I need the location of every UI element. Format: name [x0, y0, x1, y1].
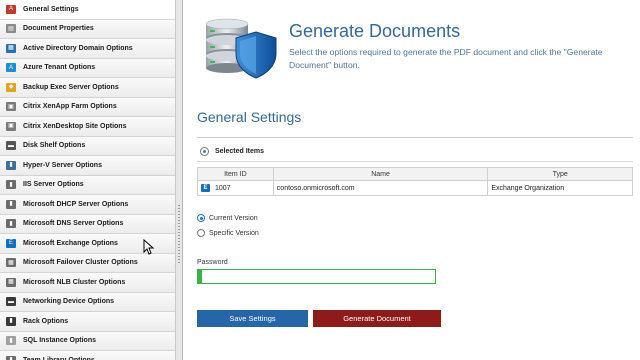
sql-instance-icon: ▮	[6, 336, 16, 346]
sidebar-item[interactable]: ▮ SQL Instance Options	[0, 331, 175, 351]
iis-server-icon: ▮	[6, 180, 16, 190]
splitter-grip[interactable]	[178, 205, 180, 265]
sidebar-item-label: Microsoft Exchange Options	[23, 239, 118, 247]
active-directory-icon: ▦	[6, 43, 16, 53]
page-description: Select the options required to generate …	[289, 47, 603, 70]
sidebar-item-label: Disk Shelf Options	[23, 142, 86, 150]
specific-version-option[interactable]: Specific Version	[197, 227, 259, 239]
column-header-type[interactable]: Type	[487, 167, 633, 181]
failover-cluster-icon: ▦	[6, 258, 16, 268]
sidebar-item[interactable]: ▮ Microsoft DNS Server Options	[0, 214, 175, 234]
dns-server-icon: ▮	[6, 219, 16, 229]
backup-exec-icon: ◆	[6, 82, 16, 92]
sidebar-item[interactable]: ▮ Microsoft DHCP Server Options	[0, 195, 175, 215]
document-icon: ▤	[6, 24, 16, 34]
database-shield-icon	[205, 18, 277, 79]
specific-version-label: Specific Version	[209, 229, 259, 237]
citrix-xenapp-icon: ▣	[6, 102, 16, 112]
sidebar-item-label: Hyper-V Server Options	[23, 161, 102, 169]
sidebar-item[interactable]: ▣ Citrix XenApp Farm Options	[0, 97, 175, 117]
sidebar-item[interactable]: A General Settings	[0, 0, 175, 20]
sidebar-item-label: Citrix XenApp Farm Options	[23, 103, 117, 111]
sidebar-item-label: Citrix XenDesktop Site Options	[23, 122, 127, 130]
sidebar-item-label: Networking Device Options	[23, 298, 115, 306]
sidebar-item-label: Microsoft DNS Server Options	[23, 220, 124, 228]
current-version-option[interactable]: Current Version	[197, 212, 258, 224]
team-library-icon: ▮	[6, 355, 16, 360]
exchange-icon: E	[201, 184, 210, 192]
options-sidebar: A General Settings ▤ Document Properties ▦ Ac…	[0, 0, 176, 360]
sidebar-item[interactable]: ▮Team Library Options	[0, 351, 175, 360]
rack-icon: ▮	[6, 316, 16, 326]
main-panel: Generate Documents Select the options re…	[184, 0, 640, 360]
current-version-label: Current Version	[209, 214, 258, 222]
column-header-name[interactable]: Name	[272, 167, 489, 181]
current-version-radio[interactable]	[197, 214, 205, 222]
page-title: Generate Documents	[289, 21, 461, 41]
sidebar-item[interactable]: A Azure Tenant Options	[0, 58, 175, 78]
item-type-cell: Exchange Organization	[487, 180, 633, 196]
sidebar-item-label: SQL Instance Options	[23, 337, 96, 345]
sidebar-item-label: General Settings	[23, 5, 79, 13]
sidebar-item[interactable]: ▬ Disk Shelf Options	[0, 136, 175, 156]
sidebar-item[interactable]: ▮ Hyper-V Server Options	[0, 156, 175, 176]
sidebar-item-label: Microsoft NLB Cluster Options	[23, 278, 126, 286]
sidebar-item[interactable]: ◆ Backup Exec Server Options	[0, 78, 175, 98]
table-row[interactable]: E 1007 contoso.onmicrosoft.com Exchange O…	[197, 180, 633, 196]
password-label: Password	[197, 259, 228, 266]
sidebar-item-label: Document Properties	[23, 25, 94, 33]
sidebar-item[interactable]: ▤ Document Properties	[0, 19, 175, 39]
specific-version-radio[interactable]	[197, 229, 205, 237]
sidebar-item-label: Microsoft Failover Cluster Options	[23, 259, 138, 267]
selected-items-table: Item ID Name Type E 1007 contoso.onmicros…	[197, 167, 633, 196]
panel-splitter[interactable]	[176, 0, 183, 360]
password-field[interactable]	[197, 269, 436, 284]
sidebar-item[interactable]: ▬ Networking Device Options	[0, 292, 175, 312]
network-device-icon: ▬	[6, 297, 16, 307]
selected-items-icon	[200, 146, 209, 156]
sidebar-item[interactable]: ▦ Active Directory Domain Options	[0, 39, 175, 59]
sidebar-item[interactable]: ▣ Citrix XenDesktop Site Options	[0, 117, 175, 137]
citrix-xendesktop-icon: ▣	[6, 121, 16, 131]
generate-document-button[interactable]: Generate Document	[313, 310, 441, 327]
sidebar-item-label: Active Directory Domain Options	[23, 44, 133, 52]
sidebar-item-label: Rack Options	[23, 317, 69, 325]
dhcp-server-icon: ▮	[6, 199, 16, 209]
sidebar-item-label: Microsoft DHCP Server Options	[23, 200, 129, 208]
sidebar-list: A General Settings ▤ Document Properties ▦ Ac…	[0, 0, 175, 360]
selected-items-label: Selected Items	[215, 147, 265, 155]
azure-icon: A	[6, 63, 16, 73]
sidebar-item[interactable]: ▦ Microsoft NLB Cluster Options	[0, 273, 175, 293]
save-settings-button[interactable]: Save Settings	[197, 310, 308, 327]
exchange-icon: E	[6, 238, 16, 248]
sidebar-item[interactable]: ▮ IIS Server Options	[0, 175, 175, 195]
sidebar-item-label: IIS Server Options	[23, 181, 84, 189]
disk-shelf-icon: ▬	[6, 141, 16, 151]
hyper-v-icon: ▮	[6, 160, 16, 170]
sidebar-item-label: Azure Tenant Options	[23, 64, 96, 72]
sidebar-item-label: Backup Exec Server Options	[23, 83, 119, 91]
sidebar-item[interactable]: ▮ Rack Options	[0, 312, 175, 332]
section-title: General Settings	[197, 109, 302, 125]
pdf-icon: A	[6, 4, 16, 14]
nlb-cluster-icon: ▦	[6, 277, 16, 287]
mouse-cursor-icon	[143, 239, 155, 255]
item-id-cell: E 1007	[197, 180, 274, 196]
section-divider	[197, 137, 633, 138]
selected-items-divider	[197, 161, 633, 162]
sidebar-item[interactable]: ▦ Microsoft Failover Cluster Options	[0, 253, 175, 273]
column-header-item-id[interactable]: Item ID	[197, 167, 274, 181]
item-name-cell: contoso.onmicrosoft.com	[272, 180, 489, 196]
item-id-value: 1007	[215, 184, 231, 192]
selected-items-header: Selected Items	[200, 144, 264, 158]
